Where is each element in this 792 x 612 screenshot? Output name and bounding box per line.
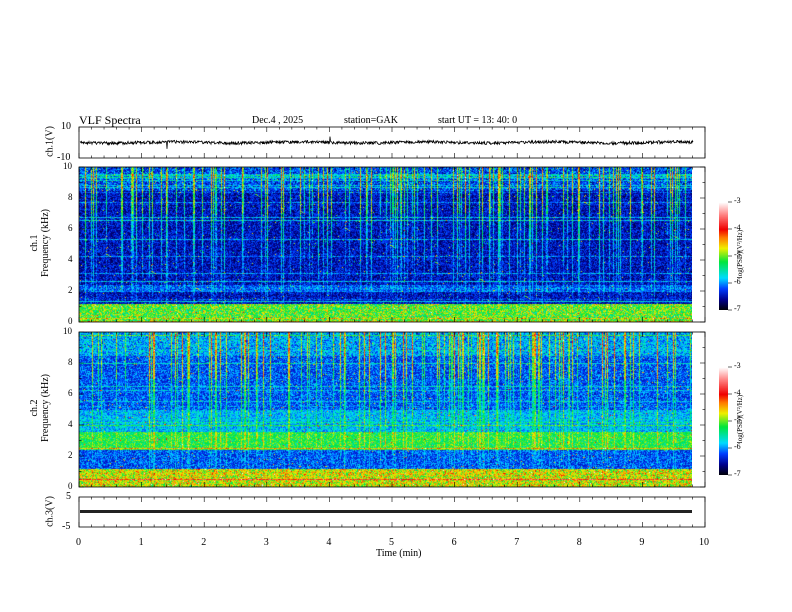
ch1-waveform-line: [79, 136, 694, 149]
x-tick-label: 7: [514, 537, 520, 548]
x-tick-label: 2: [201, 537, 207, 548]
x-tick-label: 3: [263, 537, 269, 548]
colorbar-tick-label: -7: [734, 469, 741, 478]
colorbar-tick-label: -3: [734, 196, 741, 205]
freq-ytick-label: 2: [68, 285, 73, 295]
x-tick-label: 4: [326, 537, 332, 548]
ch2-label: ch.2: [29, 399, 40, 417]
colorbar-tick-label: -3: [734, 361, 741, 370]
frequency-label: Frequency (kHz): [40, 208, 51, 278]
ch1-ylabel: ch.1(V): [44, 126, 56, 157]
ch1-spectrogram-frame: [78, 166, 706, 323]
freq-ytick-label: 0: [68, 316, 73, 326]
x-tick-label: 5: [389, 537, 394, 548]
x-tick-label: 0: [76, 537, 81, 548]
ch1-ytick: 10: [61, 121, 71, 132]
axes-layer: [78, 126, 732, 528]
vlf-spectra-figure: VLF Spectra Dec.4 , 2025 station=GAK sta…: [0, 0, 792, 612]
x-tick-label: 10: [699, 537, 709, 548]
freq-ytick-label: 8: [68, 357, 73, 367]
x-tick-label: 8: [576, 537, 582, 548]
freq-ytick-label: 6: [68, 388, 73, 398]
frequency-label: Frequency (kHz): [40, 373, 51, 443]
freq-ytick-label: 6: [68, 223, 73, 233]
ch3-waveform-line: [80, 510, 692, 513]
freq-ytick-label: 10: [63, 161, 72, 171]
x-tick-label: 6: [451, 537, 457, 548]
ch3-ytick: -5: [62, 521, 71, 532]
freq-ytick-label: 8: [68, 192, 73, 202]
freq-ytick-label: 10: [63, 326, 72, 336]
colorbar-label: log(PSD)(V²/Hz): [736, 394, 744, 444]
colorbar-tick-label: -7: [734, 304, 741, 313]
x-tick-label: 1: [138, 537, 144, 548]
ch3-ylabel: ch.3(V): [44, 496, 56, 527]
freq-ytick-label: 0: [68, 481, 73, 491]
x-tick-label: 9: [639, 537, 645, 548]
freq-ytick-label: 2: [68, 450, 73, 460]
ch1-label: ch.1: [29, 234, 40, 252]
freq-ytick-label: 4: [68, 254, 73, 264]
ch1-freq-ylabel: ch.1 Frequency (kHz): [29, 183, 51, 303]
freq-ytick-label: 4: [68, 419, 73, 429]
colorbar-label: log(PSD)(V²/Hz): [736, 229, 744, 279]
ch3-ytick: 5: [66, 491, 71, 502]
x-axis-label: Time (min): [376, 548, 422, 559]
ch2-freq-ylabel: ch.2 Frequency (kHz): [29, 348, 51, 468]
ch2-spectrogram-frame: [78, 331, 706, 488]
